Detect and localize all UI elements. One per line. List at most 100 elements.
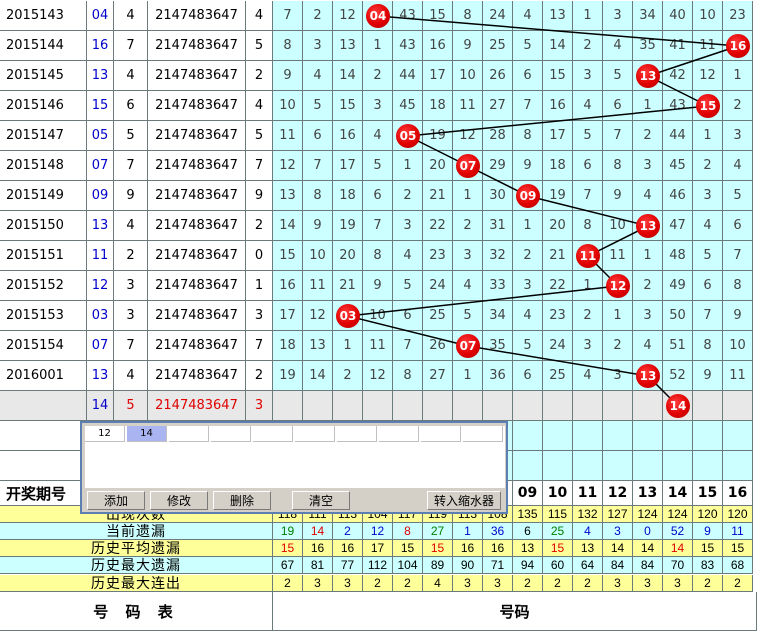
stat-value: 13 bbox=[513, 540, 543, 557]
omission-cell: 9 bbox=[363, 271, 393, 301]
stat-value: 14 bbox=[633, 540, 663, 557]
stat-value: 16 bbox=[303, 540, 333, 557]
column-header: 16 bbox=[723, 481, 753, 506]
stat-value: 27 bbox=[423, 523, 453, 540]
omission-cell: 12 bbox=[273, 151, 303, 181]
prediction-cell bbox=[693, 391, 723, 421]
omission-cell: 9 bbox=[693, 361, 723, 391]
stat-value: 4 bbox=[423, 575, 453, 592]
modify-button[interactable]: 修改 bbox=[150, 491, 208, 510]
empty-cell bbox=[603, 451, 633, 481]
add-button[interactable]: 添加 bbox=[87, 491, 145, 510]
prediction-tail: 3 bbox=[246, 391, 273, 421]
hit-ball: 13 bbox=[636, 214, 660, 238]
blue-number: 07 bbox=[87, 151, 114, 181]
omission-cell: 3 bbox=[603, 361, 633, 391]
omission-cell: 3 bbox=[363, 91, 393, 121]
selected-number-cell[interactable] bbox=[421, 426, 461, 442]
prediction-cell bbox=[423, 391, 453, 421]
omission-cell: 49 bbox=[663, 271, 693, 301]
issue-number: 2015150 bbox=[0, 211, 87, 241]
omission-cell: 3 bbox=[573, 331, 603, 361]
selected-numbers-strip[interactable]: 12 14 bbox=[85, 426, 505, 442]
omission-cell: 10 bbox=[453, 61, 483, 91]
empty-cell bbox=[663, 451, 693, 481]
omission-cell: 12 bbox=[453, 121, 483, 151]
selected-number-cell[interactable] bbox=[337, 426, 377, 442]
omission-cell: 1 bbox=[693, 121, 723, 151]
blue-number: 03 bbox=[87, 301, 114, 331]
omission-cell: 46 bbox=[663, 181, 693, 211]
prediction-cell bbox=[573, 391, 603, 421]
blue-number: 15 bbox=[87, 91, 114, 121]
omission-cell: 6 bbox=[723, 211, 753, 241]
selected-number-cell[interactable] bbox=[379, 426, 419, 442]
to-filter-button[interactable]: 转入缩水器 bbox=[427, 491, 501, 510]
omission-cell: 6 bbox=[363, 181, 393, 211]
tail-value: 9 bbox=[246, 181, 273, 211]
empty-cell bbox=[573, 451, 603, 481]
prediction-cell bbox=[363, 391, 393, 421]
empty-cell bbox=[603, 421, 633, 451]
delete-button[interactable]: 删除 bbox=[213, 491, 271, 510]
stat-value: 120 bbox=[723, 506, 753, 523]
stat-value: 3 bbox=[483, 575, 513, 592]
omission-cell: 6 bbox=[573, 151, 603, 181]
blue-number: 05 bbox=[87, 121, 114, 151]
prediction-cell bbox=[543, 391, 573, 421]
hit-ball: 04 bbox=[366, 4, 390, 28]
selected-number-cell[interactable] bbox=[169, 426, 209, 442]
issue-number: 2015152 bbox=[0, 271, 87, 301]
omission-cell: 2 bbox=[573, 301, 603, 331]
tail-value: 2 bbox=[246, 61, 273, 91]
omission-cell: 12 bbox=[363, 361, 393, 391]
omission-cell: 2 bbox=[633, 271, 663, 301]
omission-cell: 21 bbox=[543, 241, 573, 271]
tail-value: 5 bbox=[246, 121, 273, 151]
omission-cell: 44 bbox=[393, 61, 423, 91]
column-header: 14 bbox=[663, 481, 693, 506]
column-header: 10 bbox=[543, 481, 573, 506]
omission-cell: 5 bbox=[303, 91, 333, 121]
omission-cell: 20 bbox=[423, 151, 453, 181]
omission-cell: 7 bbox=[273, 1, 303, 31]
stat-value: 2 bbox=[723, 575, 753, 592]
sum-value: 7 bbox=[114, 151, 148, 181]
prediction-code: 2147483647 bbox=[148, 391, 246, 421]
stat-value: 3 bbox=[303, 575, 333, 592]
stat-value: 104 bbox=[393, 557, 423, 574]
omission-cell: 29 bbox=[483, 151, 513, 181]
selected-number-cell[interactable] bbox=[211, 426, 251, 442]
omission-cell: 2 bbox=[693, 151, 723, 181]
selection-list[interactable] bbox=[85, 442, 505, 488]
selected-number-cell[interactable] bbox=[463, 426, 503, 442]
empty-cell bbox=[543, 451, 573, 481]
omission-cell: 21 bbox=[333, 271, 363, 301]
omission-cell: 5 bbox=[723, 181, 753, 211]
omission-cell: 11 bbox=[273, 121, 303, 151]
tail-value: 0 bbox=[246, 241, 273, 271]
stat-value: 3 bbox=[603, 575, 633, 592]
omission-cell: 50 bbox=[663, 301, 693, 331]
omission-cell: 1 bbox=[603, 301, 633, 331]
hit-ball: 12 bbox=[606, 274, 630, 298]
selected-number-cell[interactable] bbox=[295, 426, 335, 442]
selected-number-cell[interactable]: 12 bbox=[85, 426, 125, 442]
stat-value: 3 bbox=[333, 575, 363, 592]
tail-value: 4 bbox=[246, 91, 273, 121]
code-value: 2147483647 bbox=[148, 31, 246, 61]
sum-value: 9 bbox=[114, 181, 148, 211]
omission-cell: 23 bbox=[723, 1, 753, 31]
selected-number-cell[interactable] bbox=[253, 426, 293, 442]
prediction-cell bbox=[393, 391, 423, 421]
omission-cell: 8 bbox=[573, 211, 603, 241]
omission-cell: 8 bbox=[273, 31, 303, 61]
stat-value: 135 bbox=[513, 506, 543, 523]
clear-button[interactable]: 清空 bbox=[292, 491, 350, 510]
selected-number-cell[interactable]: 14 bbox=[127, 426, 167, 442]
omission-cell: 1 bbox=[723, 61, 753, 91]
omission-cell: 16 bbox=[273, 271, 303, 301]
stat-value: 8 bbox=[393, 523, 423, 540]
omission-cell: 32 bbox=[483, 241, 513, 271]
omission-cell: 13 bbox=[543, 1, 573, 31]
